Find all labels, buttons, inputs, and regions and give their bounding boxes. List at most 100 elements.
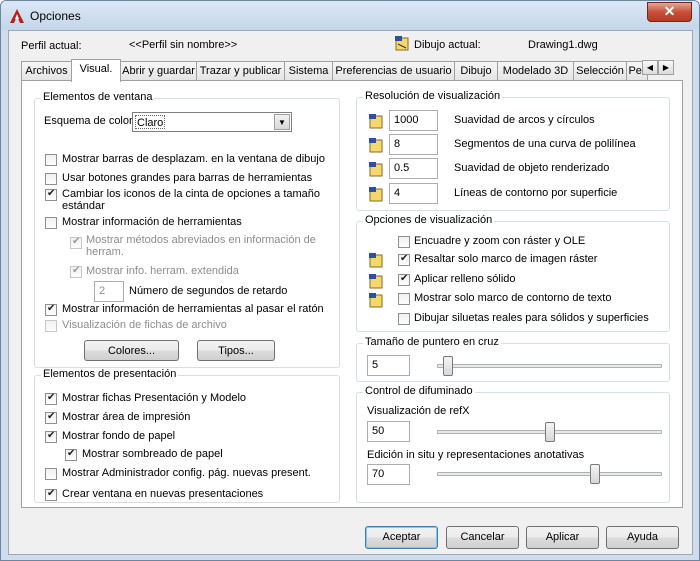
paper-background-label: Mostrar fondo de papel xyxy=(62,430,176,442)
pan-zoom-raster-label: Encuadre y zoom con ráster y OLE xyxy=(414,235,586,247)
paper-background-checkbox[interactable] xyxy=(45,430,57,443)
visual-tab-panel: Elementos de ventana Esquema de color: C… xyxy=(21,80,683,508)
xref-fade-label: Visualización de refX xyxy=(367,405,470,417)
color-scheme-label: Esquema de color: xyxy=(44,115,136,127)
tab-scroll-left-button[interactable]: ◀ xyxy=(642,60,658,75)
ok-button[interactable]: Aceptar xyxy=(365,526,438,549)
profile-value: <<Perfil sin nombre>> xyxy=(129,39,238,51)
drawing-file-icon xyxy=(395,36,409,51)
inplace-fade-slider-track[interactable] xyxy=(437,472,662,476)
solid-fill-checkbox[interactable] xyxy=(398,273,410,286)
xref-fade-slider-thumb[interactable] xyxy=(544,422,555,442)
paper-shadow-label: Mostrar sombreado de papel xyxy=(82,448,223,460)
fonts-button[interactable]: Tipos... xyxy=(197,340,275,361)
crosshair-slider-track[interactable] xyxy=(437,364,662,368)
tab-scroll-right-button[interactable]: ▶ xyxy=(658,60,674,75)
resize-ribbon-icons-checkbox[interactable] xyxy=(45,188,57,201)
display-resolution-title: Resolución de visualización xyxy=(363,90,503,102)
cancel-button[interactable]: Cancelar xyxy=(446,526,519,549)
title-bar[interactable]: Opciones ✕ xyxy=(1,1,699,30)
tab-scroller: ◀ ▶ xyxy=(642,60,676,75)
color-scheme-value: Claro xyxy=(135,115,166,129)
arc-smoothness-input[interactable]: 1000 xyxy=(389,110,438,131)
tab-preferencias[interactable]: Preferencias de usuario xyxy=(332,61,455,81)
pan-zoom-raster-checkbox[interactable] xyxy=(398,236,410,248)
display-performance-title: Opciones de visualización xyxy=(363,214,495,226)
crosshair-size-input[interactable]: 5 xyxy=(367,355,410,376)
drawing-setting-icon xyxy=(369,162,383,177)
paper-shadow-checkbox[interactable] xyxy=(65,448,77,461)
inplace-fade-label: Edición in situ y representaciones anota… xyxy=(367,449,585,461)
drawing-setting-icon xyxy=(369,114,383,129)
text-boundary-label: Mostrar solo marco de contorno de texto xyxy=(414,292,612,304)
shortcut-keys-checkbox[interactable] xyxy=(70,236,82,249)
window-title: Opciones xyxy=(30,9,81,23)
rollover-tooltips-checkbox[interactable] xyxy=(45,303,57,316)
options-dialog: Opciones ✕ Perfil actual: <<Perfil sin n… xyxy=(0,0,700,561)
page-setup-manager-label: Mostrar Administrador config. pág. nueva… xyxy=(62,467,311,479)
rendered-smoothness-input[interactable]: 0.5 xyxy=(389,158,438,179)
contour-lines-input[interactable]: 4 xyxy=(389,183,438,204)
large-buttons-checkbox[interactable] xyxy=(45,173,57,185)
dialog-client-area: Perfil actual: <<Perfil sin nombre>> Dib… xyxy=(8,30,693,555)
printable-area-label: Mostrar área de impresión xyxy=(62,411,191,423)
drawing-setting-icon xyxy=(369,187,383,202)
scrollbars-label: Mostrar barras de desplazam. en la venta… xyxy=(62,153,325,165)
tab-modelado-3d[interactable]: Modelado 3D xyxy=(497,61,574,81)
tooltip-delay-label: Número de segundos de retardo xyxy=(129,285,288,297)
inplace-fade-input[interactable]: 70 xyxy=(367,464,410,485)
extended-tooltips-checkbox[interactable] xyxy=(70,265,82,278)
drawing-label: Dibujo actual: xyxy=(414,39,481,51)
rendered-smoothness-label: Suavidad de objeto renderizado xyxy=(454,162,610,174)
crosshair-title: Tamaño de puntero en cruz xyxy=(363,336,501,348)
rollover-tooltips-label: Mostrar información de herramientas al p… xyxy=(62,303,324,315)
help-button[interactable]: Ayuda xyxy=(606,526,679,549)
highlight-raster-frame-label: Resaltar solo marco de imagen ráster xyxy=(414,253,598,265)
create-viewport-checkbox[interactable] xyxy=(45,488,57,501)
tab-dibujo[interactable]: Dibujo xyxy=(454,61,498,81)
text-boundary-checkbox[interactable] xyxy=(398,293,410,305)
tab-seleccion[interactable]: Selección xyxy=(573,61,627,81)
crosshair-slider-thumb[interactable] xyxy=(443,356,454,376)
drawing-setting-icon xyxy=(369,138,383,153)
tooltips-checkbox[interactable] xyxy=(45,217,57,229)
create-viewport-label: Crear ventana en nuevas presentaciones xyxy=(62,488,264,500)
color-scheme-select[interactable]: Claro ▼ xyxy=(132,112,292,132)
scrollbars-checkbox[interactable] xyxy=(45,154,57,166)
resize-ribbon-icons-label: Cambiar los iconos de la cinta de opcion… xyxy=(62,188,321,200)
highlight-raster-frame-checkbox[interactable] xyxy=(398,253,410,266)
shortcut-keys-label: Mostrar métodos abreviados en informació… xyxy=(86,234,316,246)
page-setup-manager-checkbox[interactable] xyxy=(45,468,57,480)
layout-elements-title: Elementos de presentación xyxy=(41,368,179,380)
close-button[interactable]: ✕ xyxy=(647,2,692,22)
apply-button[interactable]: Aplicar xyxy=(526,526,599,549)
layout-model-tabs-label: Mostrar fichas Presentación y Modelo xyxy=(62,392,247,404)
silhouettes-checkbox[interactable] xyxy=(398,313,410,325)
tooltips-label: Mostrar información de herramientas xyxy=(62,216,242,228)
drawing-setting-icon xyxy=(369,293,383,308)
shortcut-keys-label-2: herram. xyxy=(86,246,124,258)
arc-smoothness-label: Suavidad de arcos y círculos xyxy=(454,114,595,126)
printable-area-checkbox[interactable] xyxy=(45,411,57,424)
tab-trazar-publicar[interactable]: Trazar y publicar xyxy=(196,61,285,81)
contour-lines-label: Líneas de contorno por superficie xyxy=(454,187,618,199)
polyline-segments-input[interactable]: 8 xyxy=(389,134,438,155)
tab-sistema[interactable]: Sistema xyxy=(284,61,333,81)
layout-model-tabs-checkbox[interactable] xyxy=(45,392,57,405)
drawing-value: Drawing1.dwg xyxy=(528,39,598,51)
xref-fade-input[interactable]: 50 xyxy=(367,421,410,442)
autocad-logo-icon xyxy=(10,9,24,23)
colors-button[interactable]: Colores... xyxy=(84,340,179,361)
tab-archivos[interactable]: Archivos xyxy=(21,61,72,81)
tab-abrir-guardar[interactable]: Abrir y guardar xyxy=(120,61,197,81)
resize-ribbon-icons-label-2: estándar xyxy=(62,200,105,212)
dropdown-arrow-icon: ▼ xyxy=(274,114,290,130)
file-tabs-label: Visualización de fichas de archivo xyxy=(62,319,227,331)
profile-label: Perfil actual: xyxy=(21,40,82,52)
file-tabs-checkbox[interactable] xyxy=(45,320,57,332)
drawing-setting-icon xyxy=(369,274,383,289)
tab-visual[interactable]: Visual. xyxy=(71,59,121,82)
window-elements-title: Elementos de ventana xyxy=(41,91,155,103)
inplace-fade-slider-thumb[interactable] xyxy=(589,464,600,484)
tooltip-delay-input[interactable]: 2 xyxy=(94,281,124,302)
